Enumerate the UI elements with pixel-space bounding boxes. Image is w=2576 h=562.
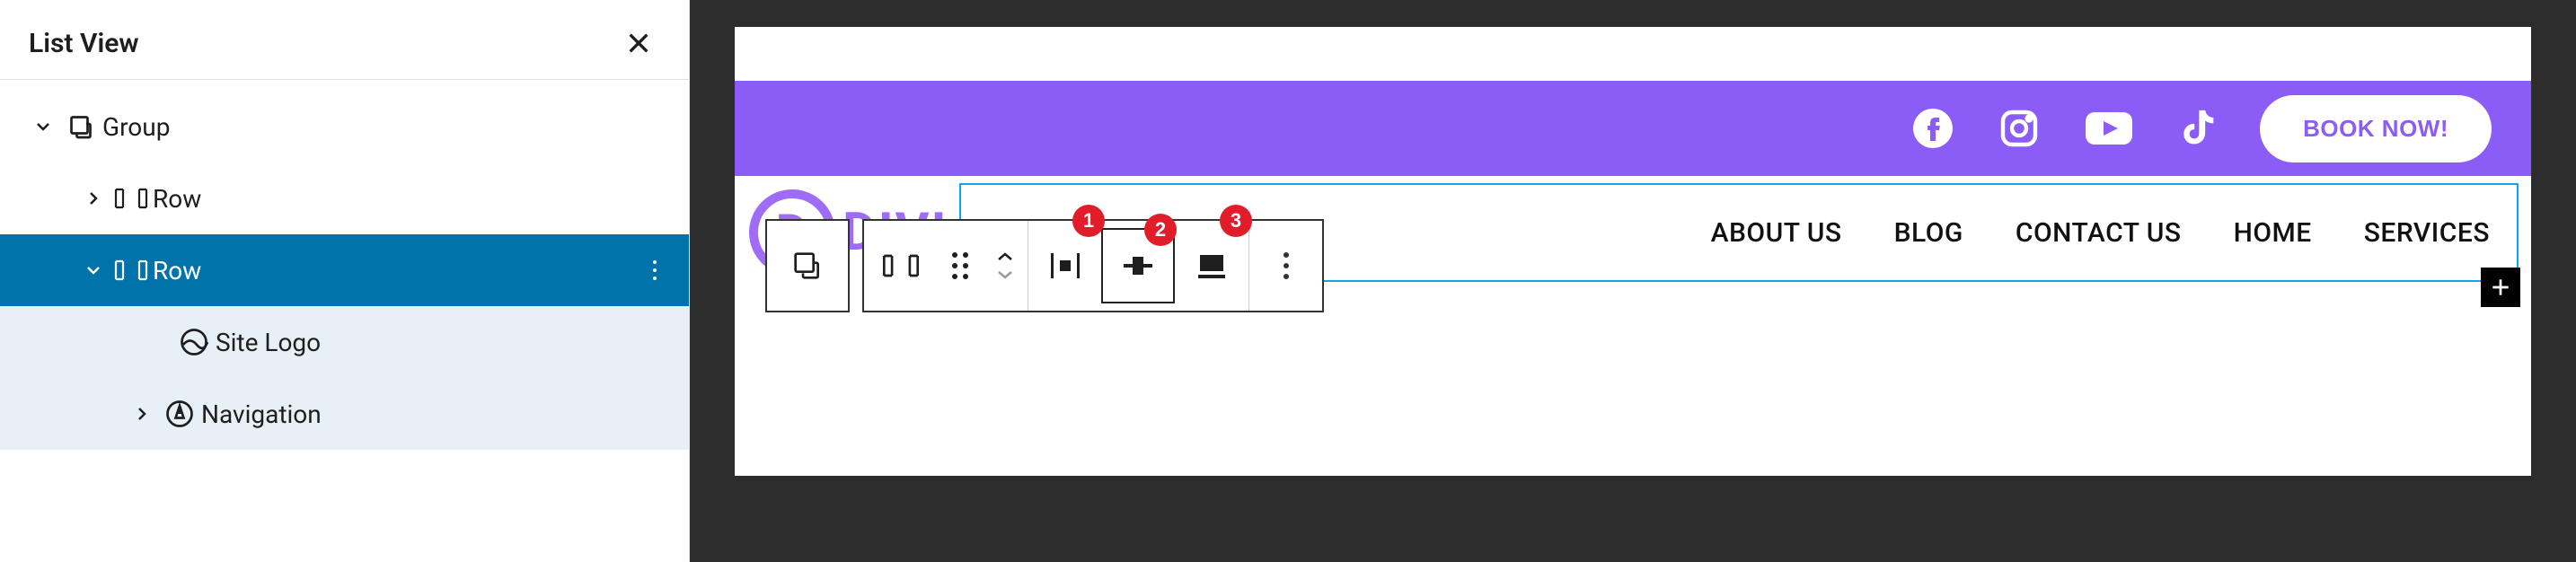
close-button[interactable] bbox=[617, 22, 660, 65]
step-badge: 3 bbox=[1220, 205, 1252, 237]
drag-handle[interactable] bbox=[938, 221, 983, 311]
tree-item-site-logo[interactable]: Site Logo bbox=[0, 306, 689, 378]
tree-item-label: Navigation bbox=[201, 400, 689, 429]
toolbar-main-group: 1 2 3 bbox=[862, 219, 1324, 312]
align-center-icon bbox=[1122, 251, 1154, 280]
tiktok-icon[interactable] bbox=[2177, 107, 2217, 150]
chevron-down-icon bbox=[32, 116, 54, 137]
expand-toggle[interactable] bbox=[126, 403, 158, 425]
chevron-down-icon bbox=[83, 259, 104, 281]
expand-toggle[interactable] bbox=[77, 259, 110, 281]
tree-item-row-selected[interactable]: Row bbox=[0, 234, 689, 306]
nav-link[interactable]: BLOG bbox=[1894, 217, 1963, 249]
chevron-right-icon bbox=[131, 403, 153, 425]
tree-item-navigation[interactable]: Navigation bbox=[0, 378, 689, 450]
tree-item-label: Group bbox=[102, 112, 689, 142]
youtube-icon[interactable] bbox=[2084, 109, 2134, 148]
tree-item-group[interactable]: Group bbox=[0, 91, 689, 162]
social-icons bbox=[1911, 107, 2217, 150]
nav-link[interactable]: SERVICES bbox=[2364, 217, 2490, 249]
more-icon bbox=[1284, 252, 1289, 279]
drag-icon bbox=[949, 250, 971, 282]
plus-icon bbox=[2489, 276, 2512, 299]
group-icon bbox=[59, 110, 102, 143]
step-badge: 1 bbox=[1072, 205, 1105, 237]
nav-link[interactable]: ABOUT US bbox=[1711, 217, 1842, 249]
close-icon bbox=[624, 29, 653, 57]
justify-button[interactable]: 1 bbox=[1028, 221, 1101, 311]
list-view-panel: List View Group Row bbox=[0, 0, 690, 562]
fullwidth-icon bbox=[1196, 251, 1227, 280]
editor-canvas-wrap: BOOK NOW! D DIVI ABOUT US BLOG CONTACT U… bbox=[690, 0, 2576, 562]
facebook-icon[interactable] bbox=[1911, 107, 1954, 150]
tree-item-label: Site Logo bbox=[216, 328, 689, 357]
nav-link[interactable]: HOME bbox=[2234, 217, 2312, 249]
step-badge: 2 bbox=[1144, 214, 1177, 246]
add-block-button[interactable] bbox=[2481, 268, 2520, 307]
tree-item-label: Row bbox=[153, 184, 689, 214]
nav-menu[interactable]: ABOUT US BLOG CONTACT US HOME SERVICES bbox=[1711, 217, 2490, 249]
site-logo-icon bbox=[172, 326, 216, 358]
row-icon bbox=[110, 186, 153, 211]
block-tree: Group Row Row Site Logo bbox=[0, 91, 689, 450]
toolbar-parent-group bbox=[765, 219, 850, 312]
expand-toggle[interactable] bbox=[27, 116, 59, 137]
align-button[interactable]: 2 bbox=[1101, 228, 1175, 303]
block-toolbar: 1 2 3 bbox=[765, 219, 1324, 312]
tree-item-row[interactable]: Row bbox=[0, 162, 689, 234]
tree-item-label: Row bbox=[153, 256, 689, 285]
width-button[interactable]: 3 bbox=[1175, 221, 1248, 311]
list-view-header: List View bbox=[0, 0, 689, 80]
nav-link[interactable]: CONTACT US bbox=[2016, 217, 2182, 249]
justify-icon bbox=[1049, 251, 1081, 280]
chevron-down-icon bbox=[996, 268, 1014, 281]
header-topbar[interactable]: BOOK NOW! bbox=[735, 81, 2531, 176]
book-now-button[interactable]: BOOK NOW! bbox=[2260, 95, 2492, 162]
options-button[interactable] bbox=[649, 257, 660, 284]
move-updown-button[interactable] bbox=[983, 221, 1028, 311]
list-view-title: List View bbox=[29, 28, 139, 59]
navigation-icon bbox=[158, 398, 201, 430]
block-type-button[interactable] bbox=[864, 221, 938, 311]
row-icon bbox=[110, 258, 153, 283]
row-icon bbox=[881, 251, 921, 280]
chevron-up-icon bbox=[996, 250, 1014, 263]
expand-toggle[interactable] bbox=[77, 188, 110, 209]
more-options-button[interactable] bbox=[1248, 221, 1322, 311]
instagram-icon[interactable] bbox=[1998, 107, 2041, 150]
select-parent-button[interactable] bbox=[767, 221, 848, 311]
chevron-right-icon bbox=[83, 188, 104, 209]
group-icon bbox=[790, 248, 825, 284]
